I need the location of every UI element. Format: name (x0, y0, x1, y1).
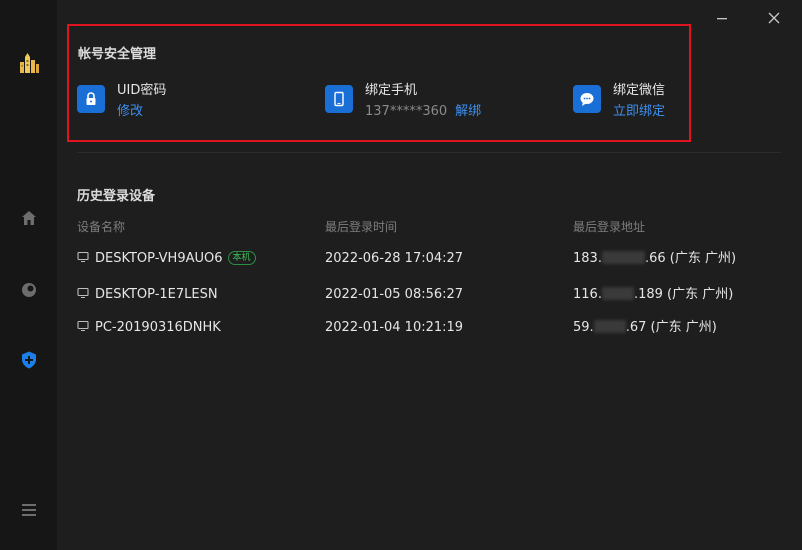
column-header-time: 最后登录时间 (325, 220, 398, 234)
column-header-address: 最后登录地址 (573, 220, 646, 234)
ip-suffix: .189 (633, 287, 663, 302)
login-address: 59. .67 (广东 广州) (573, 318, 717, 338)
monitor-icon (77, 287, 89, 298)
home-icon[interactable] (17, 206, 41, 230)
uid-password-label: UID密码 (117, 83, 167, 98)
ip-prefix: 116. (573, 287, 602, 302)
blurred-ip (593, 320, 626, 333)
monitor-icon (77, 251, 89, 262)
bind-wechat-label: 绑定微信 (613, 83, 666, 98)
login-address: 116. .189 (广东 广州) (573, 285, 733, 305)
bind-phone-label: 绑定手机 (365, 83, 418, 98)
lock-icon (77, 85, 105, 113)
minimize-icon[interactable] (710, 6, 734, 30)
column-header-device: 设备名称 (77, 220, 126, 234)
close-icon[interactable] (762, 6, 786, 30)
current-device-badge: 本机 (227, 251, 256, 265)
blurred-ip (601, 287, 634, 300)
device-name: DESKTOP-1E7LESN (95, 287, 218, 302)
device-cell: DESKTOP-1E7LESN (77, 285, 218, 305)
unbind-phone-link[interactable]: 解绑 (455, 104, 481, 119)
blurred-ip (601, 251, 645, 264)
main-panel: 帐号安全管理 UID密码 修改 绑定手机 137*****360 解绑 绑定微信… (57, 0, 802, 550)
sidebar (0, 0, 57, 550)
security-section-title: 帐号安全管理 (78, 47, 157, 62)
ip-suffix: .66 (644, 251, 666, 266)
table-row: PC-20190316DNHK 2022-01-04 10:21:19 59..… (77, 318, 781, 338)
shield-plus-icon[interactable] (17, 348, 41, 372)
security-item-uid-password: UID密码 修改 (77, 82, 166, 122)
menu-icon[interactable] (17, 498, 41, 522)
login-time: 2022-06-28 17:04:27 (325, 251, 464, 266)
monitor-icon (77, 320, 89, 331)
wechat-icon (573, 85, 601, 113)
ip-prefix: 59. (573, 320, 594, 335)
device-cell: PC-20190316DNHK (77, 318, 221, 338)
phone-icon (325, 85, 353, 113)
table-row: DESKTOP-VH9AUO6 本机 2022-06-28 17:04:27 18… (77, 249, 781, 269)
modify-password-link[interactable]: 修改 (117, 104, 143, 119)
device-name: PC-20190316DNHK (95, 320, 221, 335)
ip-prefix: 183. (573, 251, 602, 266)
login-time: 2022-01-05 08:56:27 (325, 287, 464, 302)
login-time: 2022-01-04 10:21:19 (325, 320, 464, 335)
disc-icon[interactable] (17, 278, 41, 302)
login-history-title: 历史登录设备 (77, 189, 156, 204)
section-divider (77, 152, 781, 153)
security-item-wechat: 绑定微信 立即绑定 (573, 82, 665, 122)
login-address: 183. .66 (广东 广州) (573, 249, 736, 269)
ip-suffix: .67 (625, 320, 647, 335)
bind-wechat-link[interactable]: 立即绑定 (613, 104, 665, 119)
phone-number: 137*****360 (365, 104, 448, 119)
device-name: DESKTOP-VH9AUO6 (95, 251, 223, 266)
ip-location: (广东 广州) (667, 287, 734, 302)
city-logo-icon (17, 52, 41, 76)
device-cell: DESKTOP-VH9AUO6 本机 (77, 249, 256, 269)
ip-location: (广东 广州) (669, 251, 737, 266)
security-item-phone: 绑定手机 137*****360 解绑 (325, 82, 481, 122)
ip-location: (广东 广州) (650, 320, 717, 335)
table-row: DESKTOP-1E7LESN 2022-01-05 08:56:27 116.… (77, 285, 781, 305)
